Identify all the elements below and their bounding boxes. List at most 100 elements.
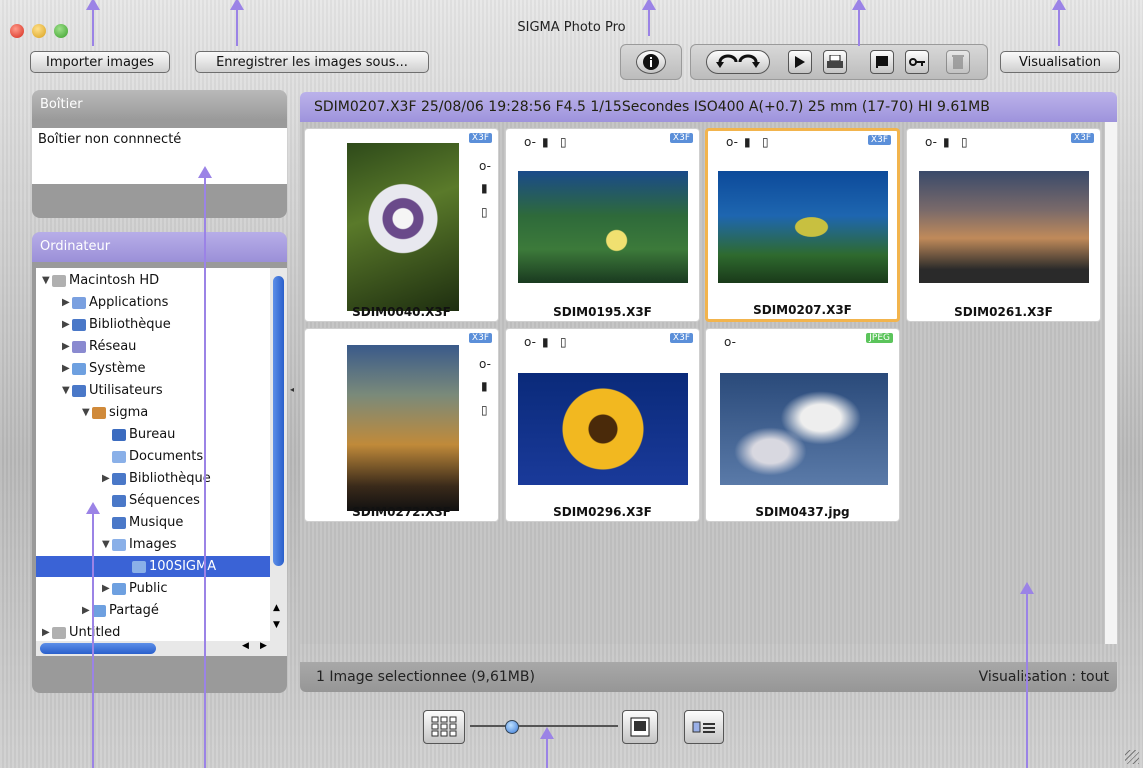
key-lock-icon: o- xyxy=(524,335,536,349)
thumbnail-item[interactable]: X3F o- ▮ ▯ SDIM0272.X3F xyxy=(304,328,499,522)
file-type-badge: X3F xyxy=(468,133,492,143)
folder-icon xyxy=(72,296,86,309)
thumbnail-item[interactable]: X3F o- ▮ ▯ SDIM0261.X3F xyxy=(906,128,1101,322)
key-lock-icon: o- xyxy=(479,159,491,173)
scroll-down-arrow-icon[interactable]: ▼ xyxy=(273,620,280,630)
folder-tree-item[interactable]: Séquences xyxy=(36,490,273,511)
disclosure-closed-icon[interactable]: ▶ xyxy=(102,468,112,489)
folder-tree-item[interactable]: ▶ Applications xyxy=(36,292,273,313)
folder-tree-item[interactable]: ▶ Bibliothèque xyxy=(36,468,273,489)
folder-tree-label: Applications xyxy=(89,295,169,310)
folder-tree-item[interactable]: Bureau xyxy=(36,424,273,445)
folder-tree-label: sigma xyxy=(109,405,149,420)
folder-tree-item-selected[interactable]: 100SIGMA xyxy=(36,556,273,577)
disclosure-closed-icon[interactable]: ▶ xyxy=(62,292,72,313)
thumbnail-image xyxy=(919,171,1089,283)
tree-horizontal-scrollbar[interactable]: ◀ ▶ xyxy=(36,641,287,656)
folder-tree-item[interactable]: ▼ Utilisateurs xyxy=(36,380,273,401)
disclosure-open-icon[interactable]: ▼ xyxy=(102,534,112,555)
folder-tree-label: Musique xyxy=(129,515,184,530)
key-lock-icon[interactable] xyxy=(905,50,929,74)
flag-icon: ▮ xyxy=(542,135,549,149)
grid-vertical-scrollbar[interactable] xyxy=(1105,122,1117,644)
folder-tree-item[interactable]: ▼ Images xyxy=(36,534,273,555)
folder-tree-item[interactable]: Musique xyxy=(36,512,273,533)
folder-tree-label: 100SIGMA xyxy=(149,559,217,574)
file-type-badge: X3F xyxy=(669,333,693,343)
rotate-icon[interactable] xyxy=(706,50,770,74)
trash-icon[interactable] xyxy=(946,50,970,74)
thumbnail-item-selected[interactable]: X3F o- ▮ ▯ SDIM0207.X3F xyxy=(705,128,900,322)
save-images-as-button[interactable]: Enregistrer les images sous... xyxy=(195,51,429,73)
folder-icon xyxy=(72,362,86,375)
key-lock-icon: o- xyxy=(726,135,738,149)
thumbnail-image xyxy=(718,171,888,283)
play-slideshow-icon[interactable] xyxy=(788,50,812,74)
folder-tree-item[interactable]: Documents xyxy=(36,446,273,467)
folder-tree-item[interactable]: ▶ Partagé xyxy=(36,600,273,621)
camera-status-area: Boîtier non connnecté xyxy=(32,128,287,184)
folder-tree-item[interactable]: ▶ Public xyxy=(36,578,273,599)
slider-knob[interactable] xyxy=(505,720,519,734)
disclosure-closed-icon[interactable]: ▶ xyxy=(62,336,72,357)
tree-hscroll-thumb[interactable] xyxy=(40,643,156,654)
folder-tree-item[interactable]: ▶ Réseau xyxy=(36,336,273,357)
folder-tree-label: Documents xyxy=(129,449,204,464)
thumbnail-image xyxy=(347,143,459,311)
scroll-left-arrow-icon[interactable]: ◀ xyxy=(242,641,249,651)
disclosure-closed-icon[interactable]: ▶ xyxy=(42,622,52,641)
document-icon: ▯ xyxy=(481,205,488,219)
key-lock-icon: o- xyxy=(479,357,491,371)
resize-grip-icon[interactable] xyxy=(1125,750,1139,764)
disclosure-open-icon[interactable]: ▼ xyxy=(82,402,92,423)
thumbnail-grid[interactable]: X3F o- ▮ ▯ SDIM0040.X3F X3F o- ▮ ▯ SDIM0… xyxy=(300,122,1117,644)
app-window: SIGMA Photo Pro Importer images Enregist… xyxy=(0,0,1143,768)
thumbnail-image xyxy=(518,373,688,485)
tree-scroll-thumb[interactable] xyxy=(273,276,284,566)
file-type-badge: X3F xyxy=(1070,133,1094,143)
folder-tree-label: Partagé xyxy=(109,603,159,618)
print-icon[interactable] xyxy=(823,50,847,74)
info-icon[interactable] xyxy=(636,50,666,74)
disclosure-open-icon[interactable]: ▼ xyxy=(62,380,72,401)
flag-icon: ▮ xyxy=(481,379,488,393)
camera-status-text: Boîtier non connnecté xyxy=(38,132,182,147)
thumbnail-item[interactable]: X3F o- ▮ ▯ SDIM0040.X3F xyxy=(304,128,499,322)
scroll-right-arrow-icon[interactable]: ▶ xyxy=(260,641,267,651)
folder-tree-item[interactable]: ▶ Untitled xyxy=(36,622,273,641)
list-view-icon[interactable] xyxy=(684,710,724,744)
thumbnail-item[interactable]: X3F o- ▮ ▯ SDIM0296.X3F xyxy=(505,328,700,522)
splitter-handle[interactable]: ◂ xyxy=(290,385,294,397)
disclosure-closed-icon[interactable]: ▶ xyxy=(62,358,72,379)
computer-panel-header: Ordinateur xyxy=(32,232,287,262)
title-bar: SIGMA Photo Pro xyxy=(0,0,1143,40)
thumbnail-filename: SDIM0261.X3F xyxy=(954,305,1053,319)
folder-tree-item[interactable]: ▼ sigma xyxy=(36,402,273,423)
folder-icon xyxy=(72,318,86,331)
tree-vertical-scrollbar[interactable]: ▲ ▼ xyxy=(270,268,287,641)
folder-icon xyxy=(112,538,126,551)
single-view-icon[interactable] xyxy=(622,710,658,744)
disclosure-closed-icon[interactable]: ▶ xyxy=(82,600,92,621)
folder-icon xyxy=(72,384,86,397)
flag-icon[interactable] xyxy=(870,50,894,74)
folder-icon xyxy=(112,472,126,485)
folder-tree-item[interactable]: ▶ Système xyxy=(36,358,273,379)
thumbnail-item[interactable]: JPEG o- SDIM0437.jpg xyxy=(705,328,900,522)
grid-view-icon[interactable] xyxy=(423,710,465,744)
import-images-button[interactable]: Importer images xyxy=(30,51,170,73)
flag-icon: ▮ xyxy=(481,181,488,195)
folder-tree[interactable]: ▼ Macintosh HD ▶ Applications ▶ Bibliothèque ▶… xyxy=(36,268,273,641)
file-type-badge: X3F xyxy=(669,133,693,143)
folder-tree-item[interactable]: ▼ Macintosh HD xyxy=(36,270,273,291)
disclosure-closed-icon[interactable]: ▶ xyxy=(62,314,72,335)
selection-status-text: 1 Image selectionnee (9,61MB) xyxy=(316,669,535,685)
disclosure-closed-icon[interactable]: ▶ xyxy=(102,578,112,599)
thumbnail-item[interactable]: X3F o- ▮ ▯ SDIM0195.X3F xyxy=(505,128,700,322)
thumbnail-image xyxy=(720,373,888,485)
scroll-up-arrow-icon[interactable]: ▲ xyxy=(273,603,280,613)
disclosure-open-icon[interactable]: ▼ xyxy=(42,270,52,291)
visualisation-button[interactable]: Visualisation xyxy=(1000,51,1120,73)
folder-tree-item[interactable]: ▶ Bibliothèque xyxy=(36,314,273,335)
thumbnail-image xyxy=(347,345,459,511)
